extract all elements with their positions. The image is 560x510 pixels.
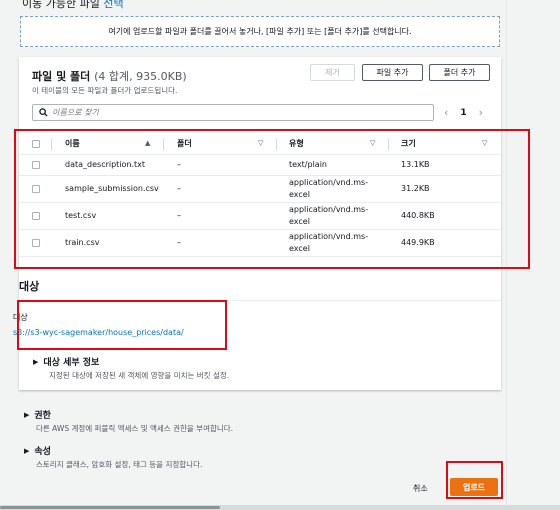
destination-title: 대상 — [19, 280, 40, 293]
page-number[interactable]: 1 — [460, 108, 466, 118]
destination-details-desc: 지정된 대상에 저장된 새 객체에 영향을 미치는 버킷 설정. — [49, 371, 230, 380]
permissions-desc: 다른 AWS 계정에 퍼블릭 액세스 및 액세스 권한을 부여합니다. — [36, 424, 234, 433]
caret-right-icon: ▶ — [24, 446, 30, 455]
cancel-button[interactable]: 취소 — [413, 483, 428, 494]
permissions-title: 권한 — [34, 411, 51, 421]
destination-title-bar: 대상 — [19, 269, 501, 301]
partial-heading-text: 이동 가능한 파일 — [22, 0, 104, 10]
dropzone-text: 여기에 업로드할 파일과 폴더를 끌어서 놓거나, [파일 추가] 또는 [폴더… — [108, 27, 412, 36]
add-files-button[interactable]: 파일 추가 — [362, 64, 423, 81]
caret-right-icon: ▶ — [33, 357, 39, 366]
partial-heading: 이동 가능한 파일 선택 — [22, 0, 124, 11]
partial-heading-link[interactable]: 선택 — [103, 0, 123, 10]
permissions-toggle[interactable]: ▶ 권한 — [24, 408, 51, 422]
remove-button[interactable]: 제거 — [310, 64, 355, 81]
panel-title-text: 파일 및 폴더 — [32, 70, 91, 83]
chevron-left-icon[interactable]: ‹ — [444, 106, 448, 119]
highlight-box-table — [14, 129, 530, 269]
scrollbar-thumb[interactable] — [0, 506, 220, 509]
caret-right-icon: ▶ — [24, 410, 30, 419]
search-box[interactable] — [32, 104, 434, 121]
properties-toggle[interactable]: ▶ 속성 — [24, 444, 51, 458]
file-count: (4 합계, 935.0KB) — [94, 70, 187, 83]
properties-title: 속성 — [34, 447, 51, 457]
pagination: ‹ 1 › — [444, 106, 483, 119]
highlight-box-destination — [17, 300, 227, 350]
panel-description: 이 테이블의 모든 파일과 폴더가 업로드됩니다. — [32, 86, 178, 95]
search-icon — [39, 108, 48, 117]
destination-details-toggle[interactable]: ▶ 대상 세부 정보 — [33, 355, 100, 369]
chevron-right-icon[interactable]: › — [479, 106, 483, 119]
destination-details-title: 대상 세부 정보 — [43, 358, 100, 368]
add-folder-button[interactable]: 폴더 추가 — [429, 64, 490, 81]
highlight-box-upload — [446, 461, 503, 499]
upload-dropzone[interactable]: 여기에 업로드할 파일과 폴더를 끌어서 놓거나, [파일 추가] 또는 [폴더… — [20, 16, 500, 47]
search-input[interactable] — [52, 108, 412, 117]
properties-desc: 스토리지 클래스, 암호화 설정, 태그 등을 지정합니다. — [36, 460, 203, 469]
panel-title: 파일 및 폴더 (4 합계, 935.0KB) — [32, 68, 187, 84]
